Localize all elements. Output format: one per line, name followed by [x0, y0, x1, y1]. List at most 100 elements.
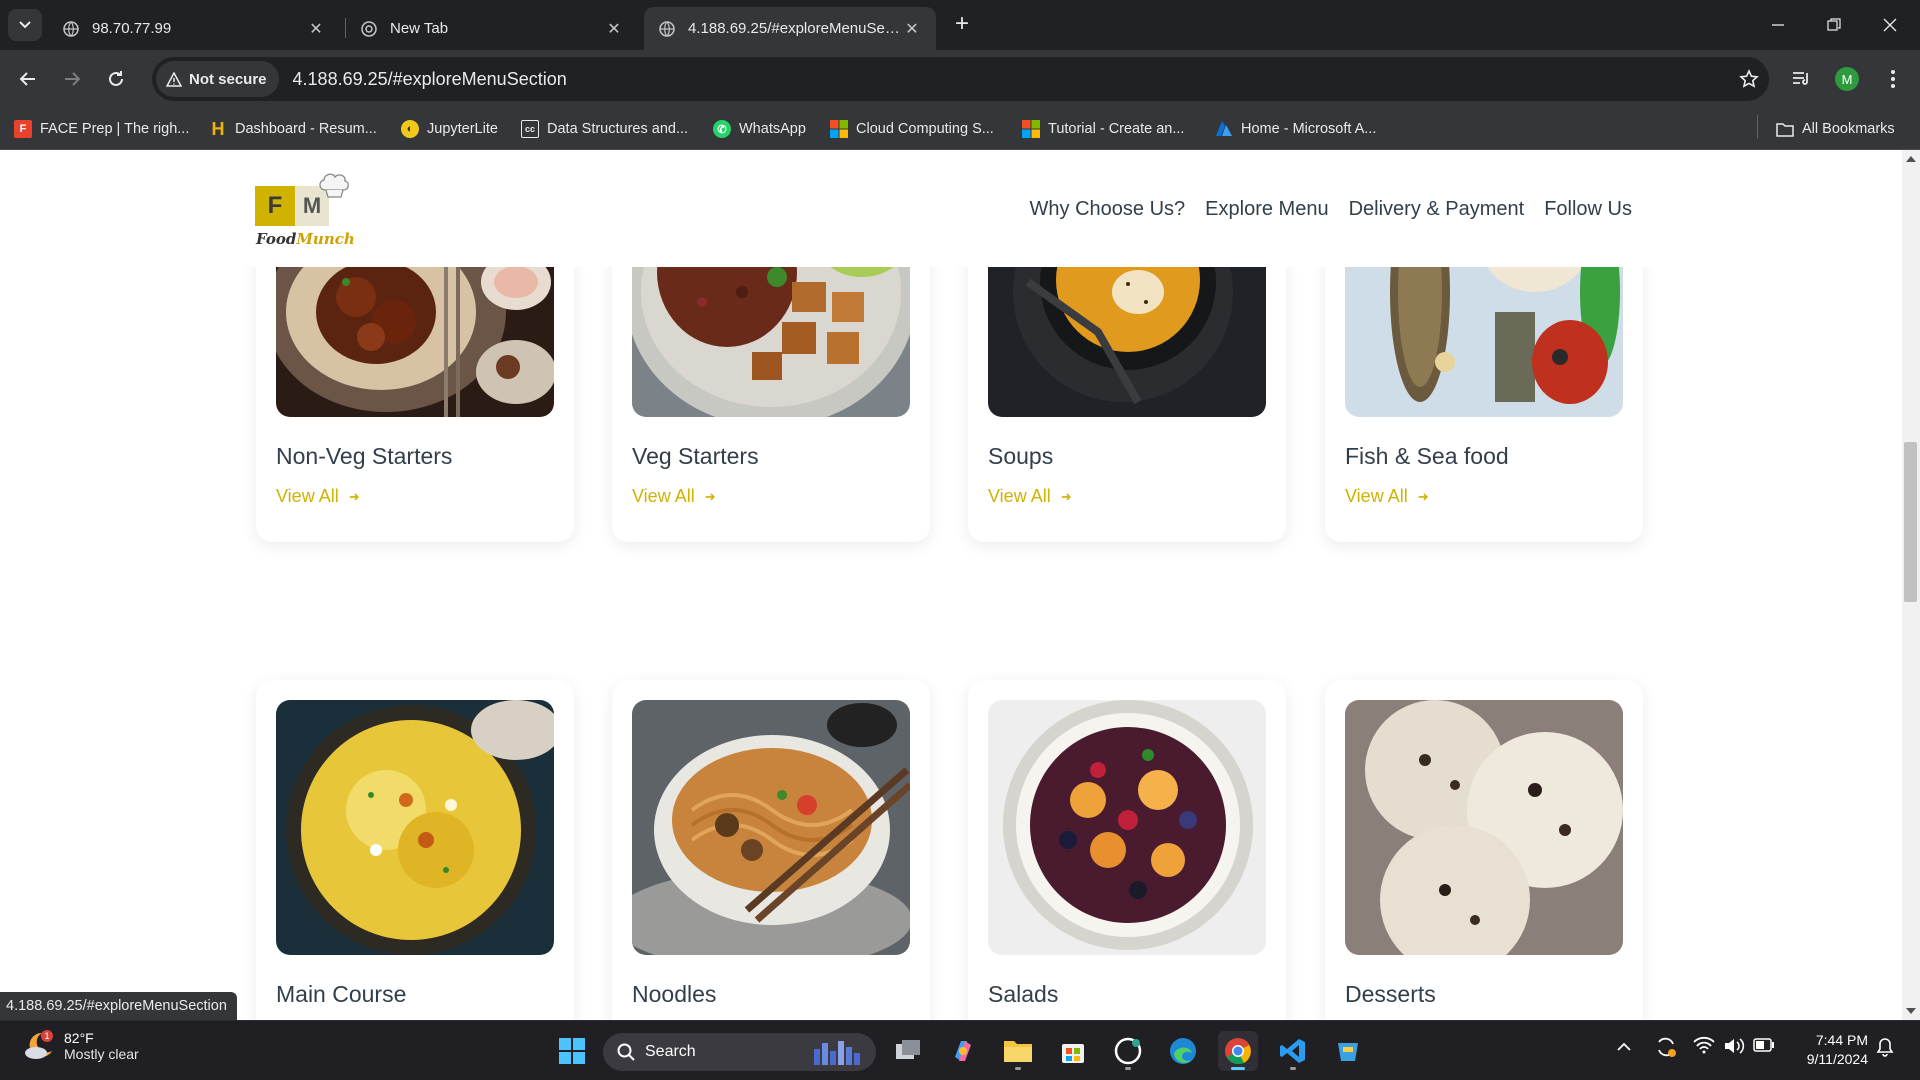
wifi-tray-icon[interactable]: [1693, 1036, 1715, 1059]
menu-card-main-course[interactable]: Main Course: [256, 680, 574, 1020]
menu-card-desserts[interactable]: Desserts: [1325, 680, 1643, 1020]
nav-delivery-payment[interactable]: Delivery & Payment: [1349, 198, 1525, 221]
bookmark-label: Dashboard - Resum...: [235, 121, 377, 137]
new-tab-button[interactable]: +: [948, 11, 976, 39]
profile-button[interactable]: M: [1831, 63, 1863, 95]
status-url-tooltip: 4.188.69.25/#exploreMenuSection: [0, 992, 237, 1020]
app-button[interactable]: [1328, 1031, 1368, 1071]
bookmark-item[interactable]: ✆ WhatsApp: [713, 117, 806, 141]
notifications-tray-icon[interactable]: [1876, 1037, 1894, 1062]
tab-1[interactable]: 98.70.77.99 ✕: [48, 7, 340, 50]
tab-2[interactable]: New Tab ✕: [346, 7, 638, 50]
view-all-label: View All: [632, 486, 695, 506]
food-image-noodles: [632, 700, 910, 955]
vscode-button[interactable]: [1273, 1031, 1313, 1071]
clock[interactable]: 7:44 PM 9/11/2024: [1790, 1031, 1868, 1069]
weather-widget[interactable]: 1 82°F Mostly clear: [22, 1029, 139, 1063]
card-title: Non-Veg Starters: [276, 443, 453, 469]
reading-list-button[interactable]: [1785, 63, 1817, 95]
bookmarks-bar: F FACE Prep | The righ... H Dashboard - …: [0, 108, 1920, 150]
chevron-up-icon: [1617, 1042, 1631, 1051]
page-scrollbar[interactable]: [1902, 150, 1920, 1020]
task-view-button[interactable]: [888, 1031, 928, 1071]
volume-icon: [1725, 1038, 1745, 1054]
view-all-link[interactable]: View All ➜: [276, 486, 360, 507]
bookmarks-divider: [1757, 115, 1758, 139]
close-tab-icon[interactable]: ✕: [902, 19, 922, 39]
show-hidden-icons[interactable]: [1617, 1039, 1631, 1057]
sync-icon: [1658, 1037, 1676, 1057]
store-icon: [1062, 1044, 1084, 1063]
brand-part-1: Food: [256, 230, 297, 248]
edge-button[interactable]: [1163, 1031, 1203, 1071]
nav-follow-us[interactable]: Follow Us: [1544, 198, 1632, 221]
chrome-button[interactable]: [1218, 1031, 1258, 1071]
scroll-thumb[interactable]: [1904, 442, 1917, 602]
security-chip[interactable]: Not secure: [156, 61, 279, 97]
github-desktop-button[interactable]: [1108, 1031, 1148, 1071]
taskbar-search[interactable]: Search: [603, 1033, 876, 1071]
nav-why-choose-us[interactable]: Why Choose Us?: [1030, 198, 1186, 221]
battery-tray-icon[interactable]: [1753, 1038, 1775, 1057]
card-title: Main Course: [276, 981, 407, 1007]
arrow-right-icon: [65, 72, 81, 86]
bookmark-label: WhatsApp: [739, 121, 806, 137]
bookmark-item[interactable]: ◐ JupyterLite: [401, 117, 498, 141]
clock-date: 9/11/2024: [1806, 1051, 1868, 1067]
search-label: Search: [645, 1043, 696, 1060]
minimize-button[interactable]: [1750, 0, 1806, 50]
nav-explore-menu[interactable]: Explore Menu: [1205, 198, 1328, 221]
bookmark-item[interactable]: cc Data Structures and...: [521, 117, 688, 141]
scroll-up-arrow[interactable]: [1906, 156, 1916, 162]
bookmark-item[interactable]: Cloud Computing S...: [830, 117, 994, 141]
close-window-button[interactable]: [1862, 0, 1918, 50]
food-image-salads: [988, 700, 1266, 955]
whatsapp-icon: ✆: [713, 120, 731, 138]
battery-icon: [1753, 1038, 1774, 1052]
scroll-down-arrow[interactable]: [1906, 1008, 1916, 1014]
card-title: Soups: [988, 443, 1054, 469]
tab-3-active[interactable]: 4.188.69.25/#exploreMenuSection ✕: [644, 7, 936, 50]
search-icon: [617, 1043, 635, 1061]
reload-button[interactable]: [100, 63, 132, 95]
tab-title: 4.188.69.25/#exploreMenuSection: [688, 20, 902, 37]
bookmark-label: JupyterLite: [427, 121, 498, 137]
tab-search-button[interactable]: [8, 9, 42, 41]
forward-button[interactable]: [56, 63, 88, 95]
address-bar[interactable]: Not secure 4.188.69.25/#exploreMenuSecti…: [152, 57, 1769, 101]
sync-tray-icon[interactable]: [1655, 1036, 1677, 1063]
url-text[interactable]: 4.188.69.25/#exploreMenuSection: [293, 69, 1729, 90]
bell-icon: [1876, 1038, 1894, 1057]
view-all-link[interactable]: View All ➜: [1345, 486, 1429, 507]
avatar: M: [1835, 67, 1859, 91]
bookmark-item[interactable]: Home - Microsoft A...: [1215, 117, 1376, 141]
copilot-button[interactable]: [943, 1031, 983, 1071]
bookmark-item[interactable]: H Dashboard - Resum...: [209, 117, 377, 141]
store-button[interactable]: [1053, 1031, 1093, 1071]
restore-button[interactable]: [1806, 0, 1862, 50]
menu-button[interactable]: [1877, 63, 1909, 95]
azure-icon: [1215, 120, 1233, 138]
view-all-link[interactable]: View All ➜: [632, 486, 716, 507]
view-all-link[interactable]: View All ➜: [988, 486, 1072, 507]
playlist-icon: [1793, 72, 1808, 85]
close-tab-icon[interactable]: ✕: [604, 19, 624, 39]
close-tab-icon[interactable]: ✕: [306, 19, 326, 39]
vscode-icon: [1280, 1039, 1305, 1063]
bookmark-star-icon[interactable]: [1729, 69, 1769, 89]
bookmark-item[interactable]: F FACE Prep | The righ...: [14, 117, 189, 141]
windows-taskbar: 1 82°F Mostly clear Search 7:44 PM 9/11/…: [0, 1020, 1920, 1080]
running-indicator: [1290, 1067, 1296, 1070]
foodmunch-logo[interactable]: F M FoodMunch: [255, 170, 355, 260]
volume-tray-icon[interactable]: [1723, 1037, 1745, 1060]
file-explorer-button[interactable]: [998, 1031, 1038, 1071]
food-image-desserts: [1345, 700, 1623, 955]
bookmark-item[interactable]: Tutorial - Create an...: [1022, 117, 1184, 141]
all-bookmarks-button[interactable]: All Bookmarks: [1776, 117, 1895, 141]
start-button[interactable]: [552, 1031, 592, 1071]
weather-condition: Mostly clear: [64, 1046, 139, 1062]
back-button[interactable]: [12, 63, 44, 95]
menu-card-salads[interactable]: Salads: [968, 680, 1286, 1020]
menu-card-noodles[interactable]: Noodles: [612, 680, 930, 1020]
globe-icon: [62, 20, 80, 38]
